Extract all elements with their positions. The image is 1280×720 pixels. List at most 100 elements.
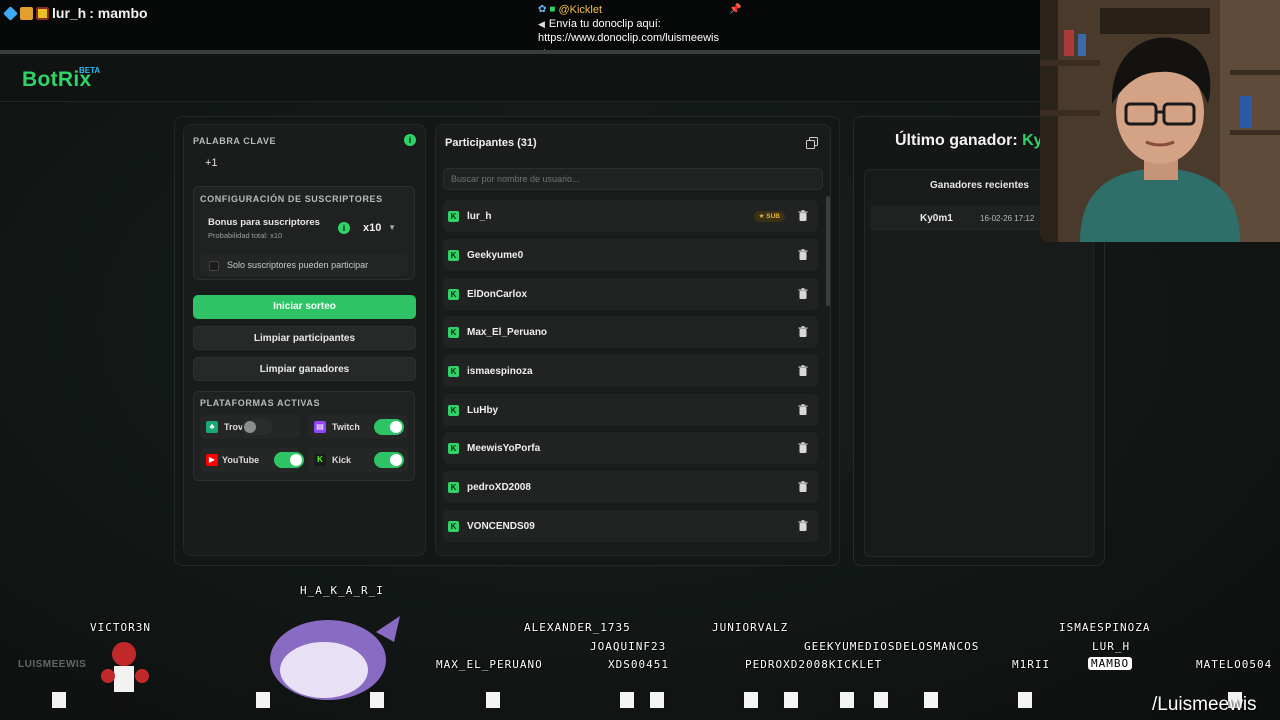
bot-icon: ✿: [538, 4, 547, 15]
kick-icon: K: [448, 405, 459, 416]
stream-frame: lur_h : mambo ✿ ■ @Kicklet ◀ Envía tu don…: [0, 0, 1280, 720]
trash-icon[interactable]: [796, 403, 810, 417]
channel-watermark: /Luismeewis: [1152, 694, 1257, 715]
viewer-name: MATELO0504: [1196, 658, 1273, 671]
participant-row[interactable]: K MeewisYoPorfa: [443, 432, 818, 464]
platform-label: Kick: [332, 455, 352, 465]
kick-icon: K: [314, 454, 326, 466]
viewer-name: MAX_EL_PERUANO: [436, 658, 543, 671]
viewer-name: M1RII: [1012, 658, 1051, 671]
viewer-name: VICTOR3N: [90, 621, 151, 634]
chevron-down-icon: ▼: [388, 223, 396, 232]
info-icon[interactable]: i: [404, 134, 416, 146]
kick-icon: K: [448, 327, 459, 338]
viewer-avatar: [50, 690, 68, 710]
bonus-title: Bonus para suscriptores: [208, 217, 320, 228]
viewer-avatar: [648, 690, 666, 710]
platform-youtube[interactable]: ▶ YouTube: [200, 448, 304, 472]
trovo-toggle[interactable]: [242, 419, 272, 435]
kick-icon: K: [448, 211, 459, 222]
diamond-badge-icon: [3, 5, 18, 21]
participant-name: pedroXD2008: [467, 482, 531, 493]
sub-config-label: CONFIGURACIÓN DE SUSCRIPTORES: [200, 194, 383, 204]
multiplier-value: x10: [363, 222, 382, 234]
viewer-name: GEEKYUMEDIOSDELOSMANCOS: [804, 640, 980, 653]
trash-icon[interactable]: [796, 325, 810, 339]
alert-line-2: https://www.donoclip.com/luismeewis: [538, 32, 719, 44]
kick-toggle[interactable]: [374, 452, 404, 468]
participants-title: Participantes (31): [445, 137, 537, 149]
viewer-name: LUR_H: [1092, 640, 1131, 653]
participant-name: ismaespinoza: [467, 366, 533, 377]
participant-name: LuHby: [467, 405, 499, 416]
crown-badge-icon: [36, 6, 49, 20]
chat-text: : mambo: [89, 5, 148, 21]
viewer-avatar: [1016, 690, 1034, 710]
last-winner-prefix: Último ganador:: [895, 132, 1023, 149]
viewer-name: XDS00451: [608, 658, 669, 671]
participant-row[interactable]: K ElDonCarlox: [443, 278, 818, 310]
viewer-avatar: [782, 690, 800, 710]
webcam-feed: [1040, 0, 1280, 242]
streamer-webcam-image: [1040, 0, 1280, 242]
trash-icon[interactable]: [796, 209, 810, 223]
trash-icon[interactable]: [796, 480, 810, 494]
participant-name: Geekyume0: [467, 250, 524, 261]
kick-icon: K: [448, 366, 459, 377]
copy-icon[interactable]: [806, 137, 818, 149]
last-winner-heading: Último ganador: Ky0: [895, 132, 1051, 150]
participant-row[interactable]: K Max_El_Peruano: [443, 316, 818, 348]
trash-icon[interactable]: [796, 519, 810, 533]
clear-participants-button[interactable]: Limpiar participantes: [193, 326, 416, 350]
trovo-icon: ♣: [206, 421, 218, 433]
participant-search-input[interactable]: Buscar por nombre de usuario...: [443, 168, 823, 190]
beta-badge: BETA: [79, 66, 101, 75]
participant-row[interactable]: K Geekyume0: [443, 239, 818, 271]
viewer-avatar: [872, 690, 890, 710]
youtube-toggle[interactable]: [274, 452, 304, 468]
platform-trovo[interactable]: ♣ Trovo: [200, 415, 300, 439]
participant-row[interactable]: K VONCENDS09: [443, 510, 818, 542]
viewer-avatar: [618, 690, 636, 710]
sub-badge: ★ SUB: [753, 211, 785, 222]
multiplier-select[interactable]: x10 ▼: [358, 219, 400, 237]
participant-name: ElDonCarlox: [467, 289, 528, 300]
kick-icon: K: [448, 289, 459, 300]
trash-icon[interactable]: [796, 248, 810, 262]
twitch-toggle[interactable]: [374, 419, 404, 435]
trash-icon[interactable]: [796, 364, 810, 378]
sword-badge-icon: [20, 6, 33, 20]
sub-only-checkbox[interactable]: [209, 261, 219, 271]
app-header: BotRix BETA: [0, 54, 1040, 102]
clear-winners-button[interactable]: Limpiar ganadores: [193, 357, 416, 381]
participant-row[interactable]: K lur_h ★ SUB: [443, 200, 818, 232]
kick-icon: K: [448, 521, 459, 532]
recent-winner-date: 16-02-26 17:12: [980, 214, 1035, 223]
participant-name: Max_El_Peruano: [467, 327, 548, 338]
start-raffle-button[interactable]: Iniciar sorteo: [193, 295, 416, 319]
chat-bubble: MAMBO: [1088, 657, 1133, 670]
platform-twitch[interactable]: ▤ Twitch: [308, 415, 408, 439]
trash-icon[interactable]: [796, 441, 810, 455]
brand-watermark: LUISMEEWIS: [18, 659, 87, 670]
viewer-name: JOAQUINF23: [590, 640, 667, 653]
keyword-input[interactable]: +1: [193, 153, 415, 175]
pin-icon: 📌: [729, 4, 742, 15]
participant-name: MeewisYoPorfa: [467, 443, 541, 454]
info-icon[interactable]: i: [338, 222, 350, 234]
participant-row[interactable]: K pedroXD2008: [443, 471, 818, 503]
participant-row[interactable]: K LuHby: [443, 394, 818, 426]
viewer-avatar: [254, 690, 272, 710]
viewer-name: H_A_K_A_R_I: [300, 584, 384, 597]
participant-row[interactable]: K ismaespinoza: [443, 355, 818, 387]
platform-kick[interactable]: K Kick: [308, 448, 408, 472]
twitch-icon: ▤: [314, 421, 326, 433]
viewer-avatar: [922, 690, 940, 710]
trash-icon[interactable]: [796, 287, 810, 301]
recent-winner-name: Ky0m1: [920, 213, 953, 224]
participants-scrollbar[interactable]: [826, 196, 830, 306]
speaker-icon: ◀: [538, 19, 545, 29]
chat-message: lur_h : mambo: [3, 5, 148, 21]
participant-name: VONCENDS09: [467, 521, 535, 532]
kick-icon: K: [448, 443, 459, 454]
